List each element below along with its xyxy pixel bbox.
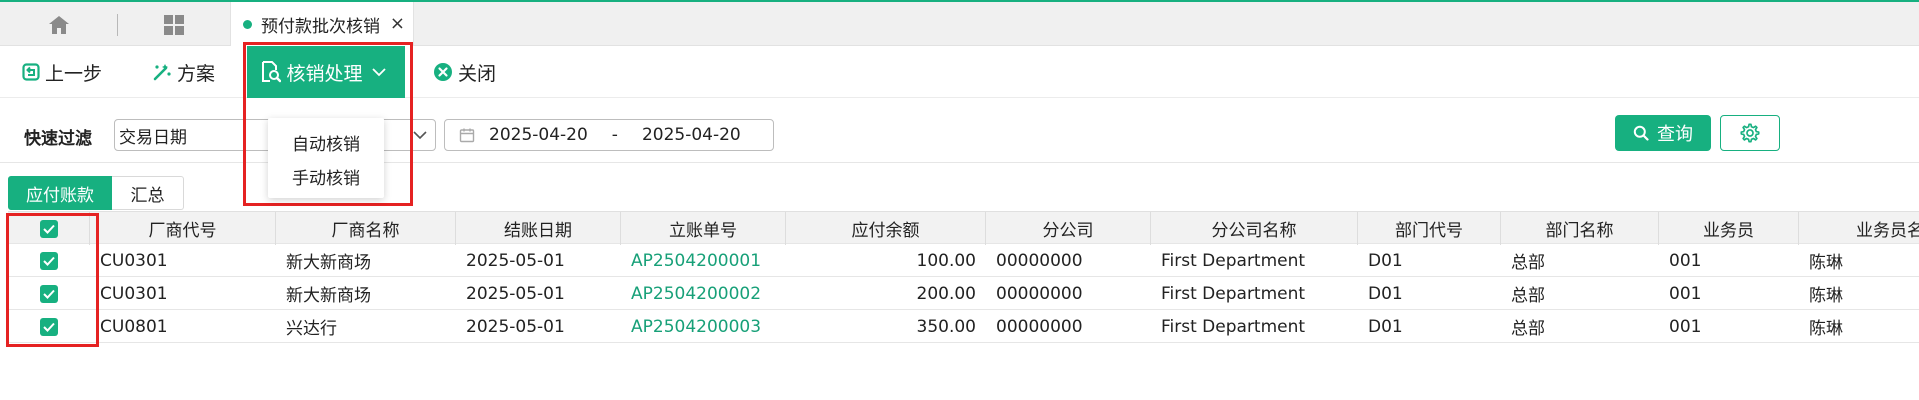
chevron-down-icon (413, 131, 427, 140)
tab-close-button[interactable]: × (390, 12, 405, 36)
col-header-closing-date[interactable]: 结账日期 (456, 212, 621, 245)
cell-balance: 350.00 (916, 316, 976, 337)
check-icon (43, 256, 55, 266)
tab-bar: 预付款批次核销 × (0, 2, 1919, 47)
tab-label: 预付款批次核销 (261, 17, 380, 37)
cell-vendor-code: CU0301 (100, 250, 168, 271)
menu-item-auto-writeoff[interactable]: 自动核销 (268, 125, 384, 159)
filter-field-value: 交易日期 (119, 127, 187, 148)
cell-salesperson: 001 (1669, 250, 1702, 271)
plan-label: 方案 (177, 62, 216, 85)
cell-bill-no-link[interactable]: AP2504200003 (621, 310, 786, 343)
query-button[interactable]: 查询 (1615, 115, 1711, 151)
cell-closing-date: 2025-05-01 (466, 250, 565, 271)
col-header-bill-no[interactable]: 立账单号 (621, 212, 786, 245)
search-icon (1633, 125, 1649, 141)
row-checkbox[interactable] (8, 244, 90, 277)
doc-search-icon (262, 61, 282, 83)
close-label: 关闭 (458, 62, 497, 85)
date-range-picker[interactable]: 2025-04-20 - 2025-04-20 (444, 119, 774, 151)
cell-bill-no-link[interactable]: AP2504200002 (621, 277, 786, 310)
tab-separator (117, 14, 118, 36)
tab-active-dot (243, 20, 252, 29)
home-button[interactable] (44, 12, 74, 38)
cell-balance: 100.00 (916, 250, 976, 271)
table-row[interactable]: CU0801 兴达行 2025-05-01 AP2504200003 350.0… (8, 310, 1919, 343)
menu-item-manual-writeoff[interactable]: 手动核销 (268, 159, 384, 193)
chevron-down-icon (371, 68, 386, 77)
payables-table: 厂商代号 厂商名称 结账日期 立账单号 应付余额 分公司 分公司名称 部门代号 … (8, 211, 1919, 343)
gear-icon (1740, 123, 1760, 143)
col-header-balance[interactable]: 应付余额 (786, 212, 986, 245)
col-header-vendor-code[interactable]: 厂商代号 (90, 212, 276, 245)
col-header-salesperson-name[interactable]: 业务员名称 (1799, 212, 1919, 245)
cell-dept-name: 总部 (1511, 319, 1545, 339)
col-header-salesperson[interactable]: 业务员 (1659, 212, 1799, 245)
cell-branch-name: First Department (1161, 316, 1306, 337)
col-header-dept-code[interactable]: 部门代号 (1358, 212, 1501, 245)
date-end[interactable]: 2025-04-20 (642, 125, 741, 145)
col-header-branch[interactable]: 分公司 (986, 212, 1151, 245)
cell-branch: 00000000 (996, 316, 1083, 337)
quick-filter-label: 快速过滤 (24, 129, 92, 149)
apps-grid-button[interactable] (160, 12, 188, 38)
col-header-vendor-name[interactable]: 厂商名称 (276, 212, 456, 245)
row-checkbox[interactable] (8, 277, 90, 310)
cell-dept-name: 总部 (1511, 286, 1545, 306)
calendar-icon (459, 128, 475, 143)
date-separator: - (611, 125, 618, 145)
table-row[interactable]: CU0301 新大新商场 2025-05-01 AP2504200001 100… (8, 244, 1919, 277)
cell-vendor-name: 兴达行 (286, 319, 337, 339)
cell-salesperson: 001 (1669, 316, 1702, 337)
cell-vendor-code: CU0301 (100, 283, 168, 304)
cell-branch: 00000000 (996, 283, 1083, 304)
cell-vendor-name: 新大新商场 (286, 286, 371, 306)
tab-accounts-payable[interactable]: 应付账款 (8, 176, 112, 210)
cell-bill-no-link[interactable]: AP2504200001 (621, 244, 786, 277)
cell-vendor-name: 新大新商场 (286, 253, 371, 273)
cell-closing-date: 2025-05-01 (466, 283, 565, 304)
cell-balance: 200.00 (916, 283, 976, 304)
check-icon (43, 289, 55, 299)
cell-closing-date: 2025-05-01 (466, 316, 565, 337)
cell-salesperson-name: 陈琳 (1809, 286, 1843, 306)
toolbar: 上一步 方案 核销处理 关闭 (0, 46, 1919, 98)
query-label: 查询 (1657, 124, 1693, 145)
cell-branch-name: First Department (1161, 283, 1306, 304)
cell-branch-name: First Department (1161, 250, 1306, 271)
cell-vendor-code: CU0801 (100, 316, 168, 337)
check-icon (43, 322, 55, 332)
wand-icon (153, 64, 171, 81)
check-icon (42, 224, 55, 234)
writeoff-process-button[interactable]: 核销处理 (247, 46, 405, 98)
settings-button[interactable] (1720, 115, 1780, 151)
cell-salesperson: 001 (1669, 283, 1702, 304)
col-header-dept-name[interactable]: 部门名称 (1501, 212, 1659, 245)
grid-icon (164, 15, 184, 35)
date-start[interactable]: 2025-04-20 (489, 125, 588, 145)
close-button[interactable]: 关闭 (433, 54, 496, 90)
prev-step-button[interactable]: 上一步 (22, 54, 102, 90)
cell-dept-code: D01 (1368, 283, 1403, 304)
writeoff-dropdown-menu: 自动核销 手动核销 (268, 118, 384, 198)
tab-summary[interactable]: 汇总 (112, 176, 184, 210)
tab-prepayment-batch[interactable]: 预付款批次核销 × (230, 2, 414, 47)
cell-dept-name: 总部 (1511, 253, 1545, 273)
cell-salesperson-name: 陈琳 (1809, 319, 1843, 339)
writeoff-process-label: 核销处理 (286, 62, 363, 85)
table-header-row: 厂商代号 厂商名称 结账日期 立账单号 应付余额 分公司 分公司名称 部门代号 … (8, 211, 1919, 245)
row-checkbox[interactable] (8, 310, 90, 343)
back-icon (22, 63, 40, 81)
cell-salesperson-name: 陈琳 (1809, 253, 1843, 273)
select-all-checkbox[interactable] (8, 212, 90, 245)
table-row[interactable]: CU0301 新大新商场 2025-05-01 AP2504200002 200… (8, 277, 1919, 310)
home-icon (49, 16, 69, 34)
cell-dept-code: D01 (1368, 250, 1403, 271)
col-header-branch-name[interactable]: 分公司名称 (1151, 212, 1358, 245)
prev-step-label: 上一步 (45, 62, 103, 85)
close-circle-icon (434, 63, 452, 81)
cell-branch: 00000000 (996, 250, 1083, 271)
plan-button[interactable]: 方案 (152, 54, 215, 90)
cell-dept-code: D01 (1368, 316, 1403, 337)
